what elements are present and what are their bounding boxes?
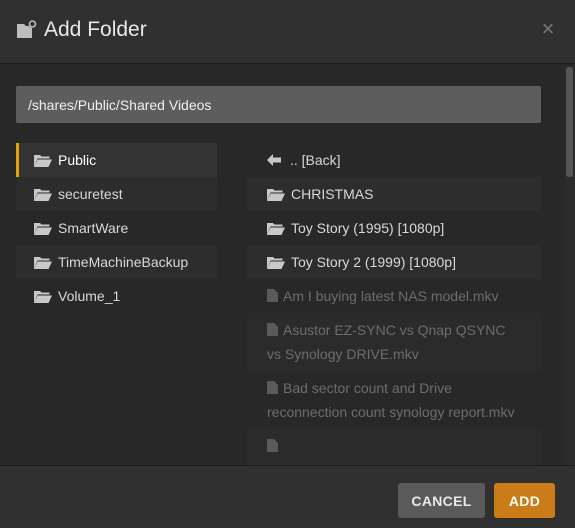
file-label: Bad sector count and Drive reconnection … <box>267 380 515 420</box>
folder-open-icon <box>267 188 285 201</box>
directory-contents-list: .. [Back] CHRISTMAS Toy Story (1995) [10… <box>247 143 541 465</box>
file-icon <box>267 381 278 394</box>
add-folder-dialog: Add Folder × Public securetest SmartWare… <box>0 0 575 528</box>
root-folder-item-public[interactable]: Public <box>16 143 217 177</box>
root-folder-list: Public securetest SmartWare TimeMachineB… <box>16 143 217 313</box>
subfolder-item-christmas[interactable]: CHRISTMAS <box>247 177 541 211</box>
folder-open-icon <box>267 222 285 235</box>
folder-label: CHRISTMAS <box>291 186 374 202</box>
root-folder-item-securetest[interactable]: securetest <box>16 177 217 211</box>
root-folder-item-volume-1[interactable]: Volume_1 <box>16 279 217 313</box>
add-button[interactable]: ADD <box>494 483 555 518</box>
folder-label: securetest <box>58 186 123 202</box>
folder-label: TimeMachineBackup <box>58 254 189 270</box>
file-icon <box>267 323 278 336</box>
folder-open-icon <box>34 154 52 167</box>
file-label: Am I buying latest NAS model.mkv <box>283 288 499 304</box>
root-folder-item-timemachinebackup[interactable]: TimeMachineBackup <box>16 245 217 279</box>
file-item: Bad sector count and Drive reconnection … <box>247 371 541 429</box>
folder-label: Toy Story 2 (1999) [1080p] <box>291 254 456 270</box>
back-label: .. [Back] <box>290 152 341 168</box>
folder-label: Public <box>58 152 97 168</box>
folder-open-icon <box>267 256 285 269</box>
file-label: Asustor EZ-SYNC vs Qnap QSYNC vs Synolog… <box>267 322 506 362</box>
scrollbar-thumb[interactable] <box>566 67 573 177</box>
file-icon <box>267 439 278 452</box>
folder-add-icon <box>17 20 37 38</box>
folder-label: SmartWare <box>58 220 129 236</box>
root-folder-item-smartware[interactable]: SmartWare <box>16 211 217 245</box>
folder-open-icon <box>34 222 52 235</box>
cancel-button[interactable]: CANCEL <box>398 483 485 518</box>
folder-label: Volume_1 <box>58 288 121 304</box>
file-item-partial <box>247 429 541 465</box>
folder-open-icon <box>34 290 52 303</box>
back-item[interactable]: .. [Back] <box>247 143 541 177</box>
subfolder-item-toy-story[interactable]: Toy Story (1995) [1080p] <box>247 211 541 245</box>
file-item: Am I buying latest NAS model.mkv <box>247 279 541 313</box>
path-input[interactable] <box>16 86 541 123</box>
file-item: Asustor EZ-SYNC vs Qnap QSYNC vs Synolog… <box>247 313 541 371</box>
arrow-left-icon <box>267 154 281 166</box>
dialog-header: Add Folder × <box>0 0 575 64</box>
file-icon <box>267 289 278 302</box>
dialog-title: Add Folder <box>44 18 147 41</box>
folder-open-icon <box>34 188 52 201</box>
subfolder-item-toy-story-2[interactable]: Toy Story 2 (1999) [1080p] <box>247 245 541 279</box>
folder-open-icon <box>34 256 52 269</box>
folder-label: Toy Story (1995) [1080p] <box>291 220 445 236</box>
dialog-footer: CANCEL ADD <box>0 465 575 528</box>
dialog-body: Public securetest SmartWare TimeMachineB… <box>0 65 575 465</box>
close-icon[interactable]: × <box>539 18 557 40</box>
